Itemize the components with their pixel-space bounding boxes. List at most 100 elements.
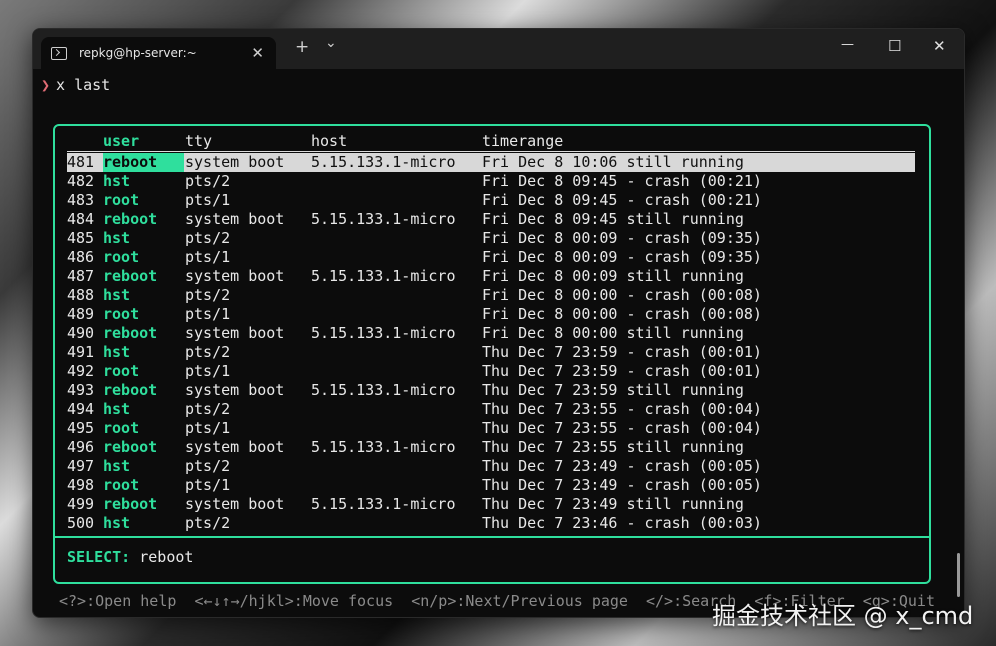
table-row[interactable]: 497 hst pts/2 Thu Dec 7 23:49 - crash (00:0… <box>67 457 915 476</box>
header-user[interactable]: user <box>103 132 139 150</box>
new-tab-button[interactable]: + <box>295 37 309 57</box>
row-number: 497 <box>67 457 95 475</box>
select-value: reboot <box>139 548 194 566</box>
table-row[interactable]: 491 hst pts/2 Thu Dec 7 23:59 - crash (00:0… <box>67 343 915 362</box>
table-row[interactable]: 489 root pts/1 Fri Dec 8 00:00 - crash (00:… <box>67 305 915 324</box>
row-user: hst <box>103 172 131 190</box>
table-row[interactable]: 490 reboot system boot 5.15.133.1-micro Fri … <box>67 324 915 343</box>
close-button[interactable]: ✕ <box>933 37 946 55</box>
row-timerange: Thu Dec 7 23:46 - crash (00:03) <box>482 514 762 532</box>
table-row[interactable]: 493 reboot system boot 5.15.133.1-micro Thu … <box>67 381 915 400</box>
table-row[interactable]: 482 hst pts/2 Fri Dec 8 09:45 - crash (00:2… <box>67 172 915 191</box>
row-timerange: Fri Dec 8 00:00 - crash (00:08) <box>482 286 762 304</box>
row-tty: system boot <box>185 267 285 285</box>
shell-prompt: ❯ x last <box>41 76 110 94</box>
row-number: 482 <box>67 172 95 190</box>
header-timerange[interactable]: timerange <box>482 132 563 150</box>
row-tty: system boot <box>185 495 285 513</box>
row-user: hst <box>103 286 131 304</box>
row-user: root <box>103 191 140 209</box>
table-row[interactable]: 486 root pts/1 Fri Dec 8 00:09 - crash (09:… <box>67 248 915 267</box>
prompt-chevron-icon: ❯ <box>41 76 51 94</box>
row-timerange: Thu Dec 7 23:49 - crash (00:05) <box>482 476 762 494</box>
row-host: 5.15.133.1-micro <box>311 324 456 342</box>
row-host: 5.15.133.1-micro <box>311 381 456 399</box>
table-row[interactable]: 484 reboot system boot 5.15.133.1-micro Fri … <box>67 210 915 229</box>
table-row[interactable]: 492 root pts/1 Thu Dec 7 23:59 - crash (00:… <box>67 362 915 381</box>
terminal-tab[interactable]: repkg@hp-server:~ ✕ <box>41 37 276 69</box>
row-number: 493 <box>67 381 95 399</box>
row-number: 500 <box>67 514 95 532</box>
table-row[interactable]: 488 hst pts/2 Fri Dec 8 00:00 - crash (00:0… <box>67 286 915 305</box>
row-user: reboot <box>103 267 158 285</box>
terminal-icon <box>51 46 67 60</box>
row-number: 491 <box>67 343 95 361</box>
row-user: root <box>103 362 140 380</box>
row-user: reboot <box>103 438 158 456</box>
table-row[interactable]: 487 reboot system boot 5.15.133.1-micro Fri … <box>67 267 915 286</box>
row-user: root <box>103 248 140 266</box>
row-tty: system boot <box>185 381 285 399</box>
row-number: 481 <box>67 153 95 171</box>
row-timerange: Thu Dec 7 23:55 - crash (00:04) <box>482 419 762 437</box>
table-row[interactable]: 499 reboot system boot 5.15.133.1-micro Thu … <box>67 495 915 514</box>
row-tty: pts/2 <box>185 514 231 532</box>
row-host: 5.15.133.1-micro <box>311 210 456 228</box>
table-row[interactable]: 500 hst pts/2 Thu Dec 7 23:46 - crash (00:0… <box>67 514 915 533</box>
title-bar: repkg@hp-server:~ ✕ + ⌄ — ☐ ✕ <box>33 29 964 69</box>
header-host[interactable]: host <box>311 132 347 150</box>
row-user: root <box>103 476 140 494</box>
row-timerange: Thu Dec 7 23:59 - crash (00:01) <box>482 343 762 361</box>
row-user: hst <box>103 343 131 361</box>
scrollbar[interactable] <box>957 553 960 597</box>
minimize-button[interactable]: — <box>841 37 854 52</box>
row-timerange: Fri Dec 8 09:45 - crash (00:21) <box>482 172 762 190</box>
prompt-command: x last <box>56 76 111 94</box>
row-user: reboot <box>103 495 158 513</box>
row-timerange: Thu Dec 7 23:59 still running <box>482 381 744 399</box>
row-number: 484 <box>67 210 95 228</box>
tab-title: repkg@hp-server:~ <box>79 46 197 60</box>
header-tty[interactable]: tty <box>185 132 212 150</box>
table-row[interactable]: 483 root pts/1 Fri Dec 8 09:45 - crash (00:… <box>67 191 915 210</box>
row-timerange: Thu Dec 7 23:59 - crash (00:01) <box>482 362 762 380</box>
row-tty: pts/2 <box>185 172 231 190</box>
row-tty: pts/2 <box>185 229 231 247</box>
table-row[interactable]: 481 reboot system boot 5.15.133.1-micro Fri … <box>67 153 915 172</box>
table-row[interactable]: 485 hst pts/2 Fri Dec 8 00:09 - crash (09:3… <box>67 229 915 248</box>
row-tty: pts/1 <box>185 362 231 380</box>
table-row[interactable]: 494 hst pts/2 Thu Dec 7 23:55 - crash (00:0… <box>67 400 915 419</box>
row-number: 499 <box>67 495 95 513</box>
row-number: 483 <box>67 191 95 209</box>
row-tty: pts/1 <box>185 248 231 266</box>
row-user: hst <box>103 514 131 532</box>
row-host: 5.15.133.1-micro <box>311 495 456 513</box>
row-timerange: Fri Dec 8 00:09 - crash (09:35) <box>482 248 762 266</box>
row-user: hst <box>103 457 131 475</box>
table-row[interactable]: 496 reboot system boot 5.15.133.1-micro Thu … <box>67 438 915 457</box>
row-host: 5.15.133.1-micro <box>311 438 456 456</box>
row-timerange: Thu Dec 7 23:55 - crash (00:04) <box>482 400 762 418</box>
select-status: SELECT: reboot <box>67 548 193 566</box>
row-tty: system boot <box>185 438 285 456</box>
row-user: hst <box>103 229 131 247</box>
row-number: 494 <box>67 400 95 418</box>
row-number: 487 <box>67 267 95 285</box>
row-timerange: Fri Dec 8 00:09 still running <box>482 267 744 285</box>
row-timerange: Fri Dec 8 09:45 still running <box>482 210 744 228</box>
row-tty: pts/1 <box>185 476 231 494</box>
maximize-button[interactable]: ☐ <box>888 37 901 55</box>
tab-close-button[interactable]: ✕ <box>251 44 264 62</box>
row-host: 5.15.133.1-micro <box>311 153 456 171</box>
table-row[interactable]: 498 root pts/1 Thu Dec 7 23:49 - crash (00:… <box>67 476 915 495</box>
row-user: reboot <box>103 381 158 399</box>
row-number: 490 <box>67 324 95 342</box>
row-number: 486 <box>67 248 95 266</box>
row-tty: system boot <box>185 324 285 342</box>
row-tty: pts/2 <box>185 343 231 361</box>
dropdown-chevron-icon[interactable]: ⌄ <box>325 35 337 51</box>
row-timerange: Thu Dec 7 23:49 still running <box>482 495 744 513</box>
last-table-panel: user tty host timerange 481 reboot system … <box>53 124 931 584</box>
row-tty: system boot <box>185 210 285 228</box>
table-row[interactable]: 495 root pts/1 Thu Dec 7 23:55 - crash (00:… <box>67 419 915 438</box>
